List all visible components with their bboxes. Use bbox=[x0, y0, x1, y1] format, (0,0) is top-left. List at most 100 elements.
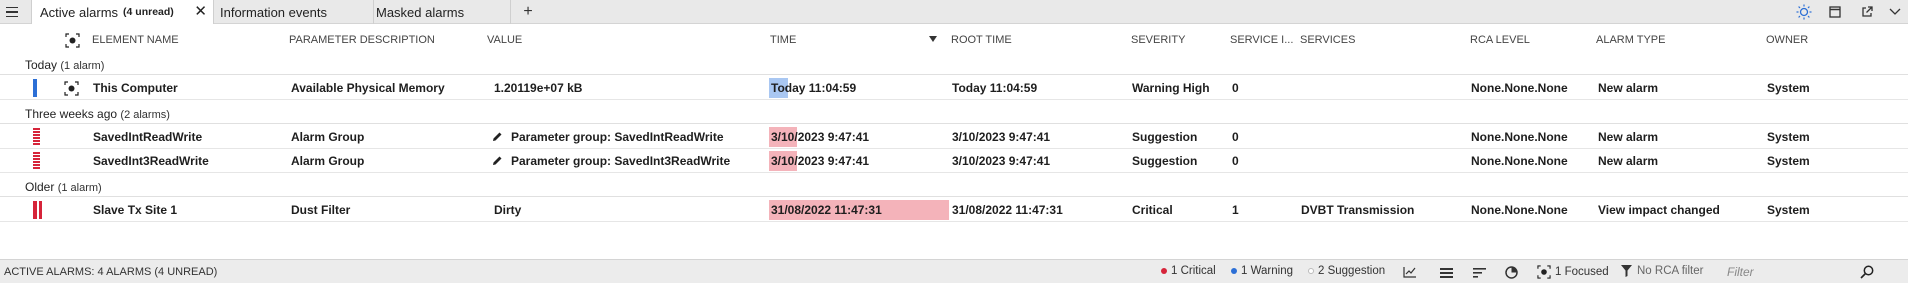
cell-element-name: SavedIntReadWrite bbox=[93, 130, 203, 144]
cell-time: Today 11:04:59 bbox=[771, 81, 857, 95]
table-row[interactable]: Slave Tx Site 1 Dust Filter Dirty 31/08/… bbox=[0, 198, 1908, 222]
cell-owner: System bbox=[1767, 203, 1810, 217]
cell-rca-level: None.None.None bbox=[1471, 81, 1568, 95]
suggestion-count[interactable]: 2 Suggestion bbox=[1308, 265, 1385, 277]
detach-icon[interactable] bbox=[1858, 3, 1876, 21]
header-time[interactable]: TIME bbox=[770, 34, 796, 46]
cell-severity: Suggestion bbox=[1132, 130, 1198, 144]
cell-alarm-type: New alarm bbox=[1598, 130, 1659, 144]
focused-label: 1 Focused bbox=[1555, 266, 1609, 278]
sort-lines-icon[interactable] bbox=[1471, 264, 1487, 280]
cell-root-time: 31/08/2022 11:47:31 bbox=[952, 203, 1063, 217]
cell-alarm-type: New alarm bbox=[1598, 154, 1659, 168]
cell-rca-level: None.None.None bbox=[1471, 203, 1568, 217]
cell-parameter: Alarm Group bbox=[291, 130, 365, 144]
table-row[interactable]: This Computer Available Physical Memory … bbox=[0, 76, 1908, 100]
header-parameter-description[interactable]: PARAMETER DESCRIPTION bbox=[289, 34, 435, 46]
list-icon[interactable] bbox=[1438, 264, 1454, 280]
cell-element-name: Slave Tx Site 1 bbox=[93, 203, 178, 217]
group-header-today[interactable]: Today (1 alarm) bbox=[0, 55, 1908, 75]
header-services[interactable]: SERVICES bbox=[1300, 34, 1355, 46]
cell-parameter: Dust Filter bbox=[291, 203, 351, 217]
cell-service-impact: 0 bbox=[1232, 154, 1239, 168]
severity-indicator bbox=[39, 201, 42, 219]
severity-indicator bbox=[33, 201, 37, 219]
cell-owner: System bbox=[1767, 130, 1810, 144]
settings-sun-icon[interactable] bbox=[1795, 3, 1813, 21]
pencil-icon bbox=[490, 153, 504, 167]
header-service-impact[interactable]: SERVICE I... bbox=[1230, 34, 1293, 46]
cell-value: Dirty bbox=[494, 203, 522, 217]
cell-value: Parameter group: SavedInt3ReadWrite bbox=[511, 154, 731, 168]
group-count: (1 alarm) bbox=[57, 182, 102, 194]
header-severity[interactable]: SEVERITY bbox=[1131, 34, 1185, 46]
group-count: (2 alarms) bbox=[120, 109, 170, 121]
status-bar: ACTIVE ALARMS: 4 ALARMS (4 UNREAD) 1 Cri… bbox=[0, 259, 1908, 283]
pie-chart-icon[interactable] bbox=[1503, 264, 1519, 280]
table-row[interactable]: SavedIntReadWrite Alarm Group Parameter … bbox=[0, 125, 1908, 149]
cell-rca-level: None.None.None bbox=[1471, 154, 1568, 168]
cell-service-impact: 0 bbox=[1232, 81, 1239, 95]
rca-filter-label: No RCA filter bbox=[1637, 265, 1704, 277]
group-header-older[interactable]: Older (1 alarm) bbox=[0, 177, 1908, 197]
warning-label: 1 Warning bbox=[1241, 265, 1293, 277]
close-tab-icon[interactable]: ✕ bbox=[194, 3, 207, 20]
tab-bar: Active alarms (4 unread) ✕ Information e… bbox=[0, 0, 1908, 24]
focus-icon bbox=[63, 80, 79, 96]
chart-icon[interactable] bbox=[1402, 264, 1418, 280]
focus-icon bbox=[1537, 265, 1551, 279]
hamburger-menu-icon[interactable] bbox=[0, 0, 24, 24]
cell-owner: System bbox=[1767, 154, 1810, 168]
cell-service-impact: 0 bbox=[1232, 130, 1239, 144]
group-header-three-weeks-ago[interactable]: Three weeks ago (2 alarms) bbox=[0, 104, 1908, 124]
critical-label: 1 Critical bbox=[1171, 265, 1216, 277]
add-tab-button[interactable]: + bbox=[518, 0, 538, 24]
tab-information-events[interactable]: Information events bbox=[212, 0, 374, 24]
cell-time: 3/10/2023 9:47:41 bbox=[771, 130, 870, 144]
group-title: Three weeks ago bbox=[25, 107, 118, 121]
suggestion-label: 2 Suggestion bbox=[1318, 265, 1386, 277]
critical-count[interactable]: 1 Critical bbox=[1161, 265, 1216, 277]
severity-indicator bbox=[33, 79, 37, 97]
cell-time: 3/10/2023 9:47:41 bbox=[771, 154, 870, 168]
column-header-row: ELEMENT NAME PARAMETER DESCRIPTION VALUE… bbox=[0, 30, 1908, 50]
tab-label: Masked alarms bbox=[376, 4, 465, 20]
cell-value: Parameter group: SavedIntReadWrite bbox=[511, 130, 724, 144]
sort-descending-icon[interactable] bbox=[929, 36, 937, 42]
group-title: Today bbox=[25, 58, 58, 72]
group-count: (1 alarm) bbox=[60, 60, 105, 72]
header-root-time[interactable]: ROOT TIME bbox=[951, 34, 1012, 46]
warning-count[interactable]: 1 Warning bbox=[1231, 265, 1293, 277]
tab-active-alarms[interactable]: Active alarms (4 unread) ✕ bbox=[31, 0, 214, 24]
cell-element-name: This Computer bbox=[93, 81, 178, 95]
header-alarm-type[interactable]: ALARM TYPE bbox=[1596, 34, 1666, 46]
cell-alarm-type: View impact changed bbox=[1598, 203, 1720, 217]
search-icon[interactable] bbox=[1859, 264, 1875, 280]
group-label: Three weeks ago (2 alarms) bbox=[25, 107, 170, 121]
header-value[interactable]: VALUE bbox=[487, 34, 522, 46]
cell-severity: Critical bbox=[1132, 203, 1173, 217]
tab-masked-alarms[interactable]: Masked alarms bbox=[368, 0, 511, 24]
cell-root-time: 3/10/2023 9:47:41 bbox=[952, 154, 1051, 168]
focused-filter[interactable]: 1 Focused bbox=[1537, 265, 1609, 279]
unread-count: (4 unread) bbox=[123, 6, 174, 18]
window-icon[interactable] bbox=[1826, 3, 1844, 21]
table-row[interactable]: SavedInt3ReadWrite Alarm Group Parameter… bbox=[0, 149, 1908, 173]
tab-label: Information events bbox=[220, 4, 327, 20]
focus-icon[interactable] bbox=[63, 31, 81, 49]
cell-parameter: Available Physical Memory bbox=[291, 81, 445, 95]
cell-rca-level: None.None.None bbox=[1471, 130, 1568, 144]
group-title: Older bbox=[25, 180, 55, 194]
suggestion-dot-icon bbox=[1308, 268, 1314, 274]
header-owner[interactable]: OWNER bbox=[1766, 34, 1808, 46]
cell-parameter: Alarm Group bbox=[291, 154, 365, 168]
cell-owner: System bbox=[1767, 81, 1810, 95]
header-element-name[interactable]: ELEMENT NAME bbox=[92, 34, 179, 46]
rca-filter[interactable]: No RCA filter bbox=[1621, 265, 1703, 277]
chevron-down-icon[interactable] bbox=[1886, 3, 1904, 21]
cell-severity: Suggestion bbox=[1132, 154, 1198, 168]
header-rca-level[interactable]: RCA LEVEL bbox=[1470, 34, 1530, 46]
cell-service-impact: 1 bbox=[1232, 203, 1239, 217]
pencil-icon bbox=[490, 129, 504, 143]
severity-indicator bbox=[37, 152, 40, 170]
